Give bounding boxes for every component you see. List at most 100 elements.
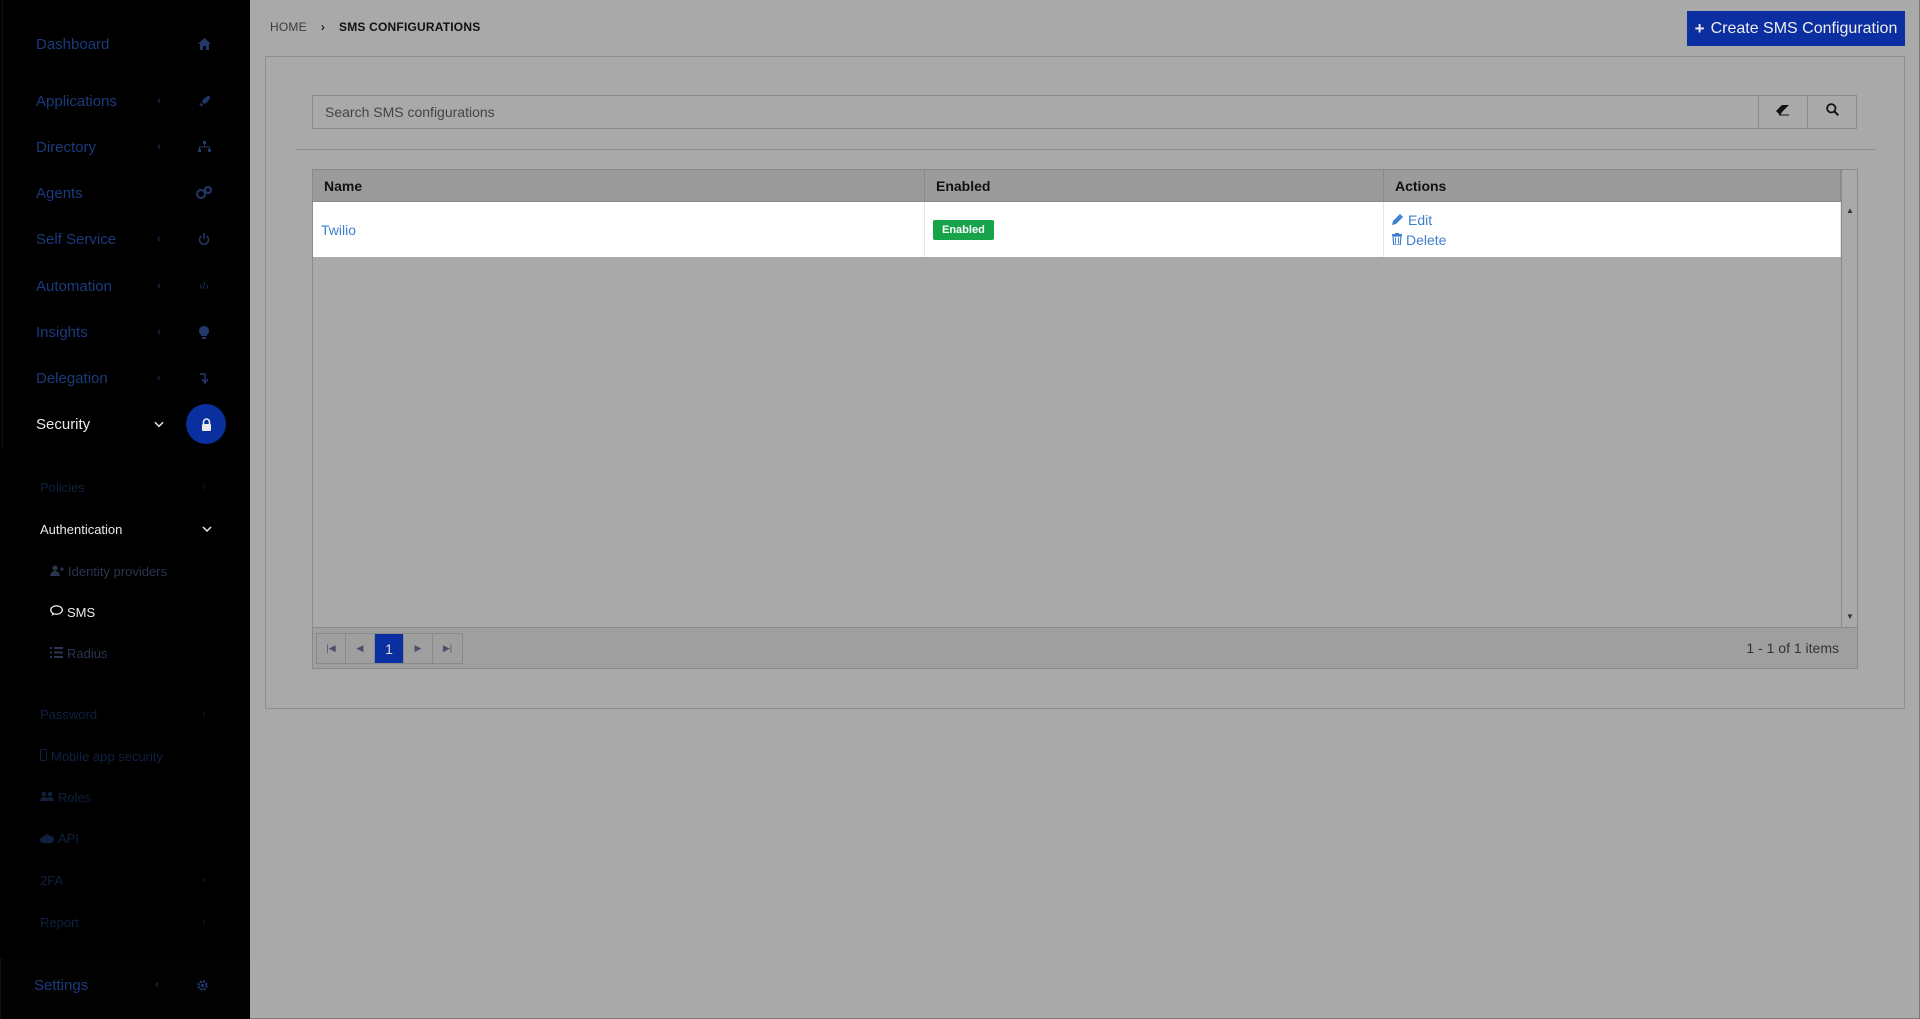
sidebar-subitem-policies[interactable]: Policies ‹	[40, 475, 220, 499]
pencil-icon	[1392, 212, 1404, 228]
lightbulb-icon	[194, 322, 214, 342]
sidebar-item-insights[interactable]: Insights ‹	[36, 318, 226, 346]
previous-page-button[interactable]: ◀	[346, 634, 375, 663]
chevron-left-icon: ‹	[202, 916, 206, 928]
sidebar-subitem-report[interactable]: Report ‹	[40, 910, 220, 934]
sidebar-subitem-password[interactable]: Password ‹	[40, 702, 220, 726]
pager-buttons: |◀ ◀ 1 ▶ ▶|	[316, 633, 463, 664]
level-down-icon	[194, 368, 214, 388]
sidebar-subitem-mobile-app-security[interactable]: Mobile app security	[40, 745, 163, 767]
next-page-button[interactable]: ▶	[404, 634, 433, 663]
sidebar-subitem-authentication[interactable]: Authentication	[40, 517, 220, 541]
sidebar-subitem-label: Identity providers	[68, 563, 167, 579]
sitemap-icon	[194, 137, 214, 157]
config-name-link[interactable]: Twilio	[313, 222, 356, 238]
sidebar-item-applications[interactable]: Applications ‹	[36, 87, 226, 115]
clear-search-button[interactable]	[1758, 96, 1807, 128]
chevron-right-icon: ›	[320, 20, 326, 34]
sidebar-subitem-2fa[interactable]: 2FA ‹	[40, 868, 220, 892]
comment-icon	[50, 604, 63, 620]
cell-name: Twilio	[313, 202, 925, 257]
sidebar-subitem-label: Authentication	[40, 521, 123, 537]
sidebar-subitem-identity-providers[interactable]: Identity providers	[50, 560, 167, 582]
cell-enabled: Enabled	[925, 202, 1384, 257]
sidebar: Dashboard Applications ‹ Directory ‹ Age…	[0, 0, 250, 1019]
status-badge: Enabled	[933, 219, 994, 240]
sidebar-subitem-sms[interactable]: SMS	[50, 601, 95, 623]
scroll-up-arrow-icon[interactable]: ▲	[1846, 206, 1854, 215]
search-input[interactable]	[313, 96, 1758, 128]
first-page-button[interactable]: |◀	[317, 634, 346, 663]
chevron-left-icon: ‹	[157, 141, 161, 153]
chevron-left-icon: ‹	[157, 326, 161, 338]
plus-icon: +	[1694, 18, 1705, 38]
content-panel: Name Enabled Actions Twilio Enabled Edit	[265, 56, 1905, 709]
sidebar-item-directory[interactable]: Directory ‹	[36, 133, 226, 161]
sidebar-item-dashboard[interactable]: Dashboard	[36, 30, 226, 58]
edit-label: Edit	[1408, 211, 1433, 228]
chevron-left-icon: ‹	[157, 233, 161, 245]
main-content: HOME › SMS CONFIGURATIONS + Create SMS C…	[250, 0, 1920, 1019]
cell-actions: Edit Delete	[1384, 202, 1841, 257]
gear-icon	[192, 975, 212, 995]
sidebar-subitem-label: SMS	[67, 604, 96, 620]
delete-label: Delete	[1406, 231, 1447, 248]
sidebar-subitem-api[interactable]: API	[40, 827, 79, 849]
sidebar-item-settings[interactable]: Settings ‹	[34, 971, 224, 999]
sidebar-subitem-label: Policies	[40, 479, 85, 495]
chevron-left-icon: ‹	[155, 979, 159, 991]
sidebar-subitem-label: Report	[40, 914, 80, 930]
vertical-scrollbar[interactable]: ▲ ▼	[1841, 170, 1857, 627]
sidebar-item-agents[interactable]: Agents	[36, 179, 226, 207]
pager: |◀ ◀ 1 ▶ ▶| 1 - 1 of 1 items	[313, 627, 1857, 668]
code-icon: ‹/›	[199, 280, 209, 292]
grid-header: Name Enabled Actions	[313, 170, 1841, 202]
edit-link[interactable]: Edit	[1392, 212, 1432, 228]
sidebar-subitem-radius[interactable]: Radius	[50, 642, 107, 664]
list-icon	[50, 646, 63, 661]
power-icon	[194, 229, 214, 249]
scroll-down-arrow-icon[interactable]: ▼	[1846, 612, 1854, 621]
next-page-icon: ▶	[414, 643, 422, 653]
delete-link[interactable]: Delete	[1392, 232, 1446, 248]
sidebar-subitem-label: Mobile app security	[51, 748, 163, 764]
breadcrumb-home[interactable]: HOME	[270, 20, 307, 34]
sidebar-item-automation[interactable]: Automation ‹ ‹/›	[36, 272, 226, 300]
column-header-enabled[interactable]: Enabled	[925, 170, 1384, 202]
rocket-icon	[194, 91, 214, 111]
sidebar-subitem-label: Radius	[67, 645, 108, 661]
chevron-down-icon	[154, 421, 164, 428]
create-button-label: Create SMS Configuration	[1710, 19, 1898, 37]
search-icon	[1825, 103, 1839, 121]
current-page-button[interactable]: 1	[375, 634, 404, 663]
last-page-button[interactable]: ▶|	[433, 634, 462, 663]
breadcrumb: HOME › SMS CONFIGURATIONS	[270, 20, 480, 34]
pager-info: 1 - 1 of 1 items	[1746, 640, 1839, 656]
sms-configurations-grid: Name Enabled Actions Twilio Enabled Edit	[312, 169, 1858, 669]
chevron-left-icon: ‹	[202, 481, 206, 493]
first-page-icon: |◀	[326, 643, 336, 653]
sidebar-item-security[interactable]: Security	[36, 404, 226, 444]
breadcrumb-current: SMS CONFIGURATIONS	[339, 20, 481, 34]
sidebar-footer: Settings ‹	[0, 958, 250, 1019]
sidebar-subitem-roles[interactable]: Roles	[40, 786, 91, 808]
sidebar-item-delegation[interactable]: Delegation ‹	[36, 364, 226, 392]
column-header-name[interactable]: Name	[313, 170, 925, 202]
users-icon	[40, 790, 54, 805]
search-button[interactable]	[1807, 96, 1856, 128]
trash-icon	[1392, 232, 1402, 248]
chevron-left-icon: ‹	[157, 280, 161, 292]
cloud-icon	[40, 831, 55, 846]
lock-icon	[186, 404, 226, 444]
search-bar	[312, 95, 1857, 129]
create-sms-configuration-button[interactable]: + Create SMS Configuration	[1687, 11, 1905, 46]
column-header-actions[interactable]: Actions	[1384, 170, 1841, 202]
sidebar-item-self-service[interactable]: Self Service ‹	[36, 225, 226, 253]
sidebar-subitem-label: API	[58, 830, 79, 846]
mobile-icon	[40, 748, 47, 764]
cogs-icon	[194, 183, 214, 203]
chevron-left-icon: ‹	[157, 95, 161, 107]
chevron-left-icon: ‹	[202, 708, 206, 720]
table-row: Twilio Enabled Edit Delete	[313, 202, 1841, 257]
sidebar-subitem-label: 2FA	[40, 872, 64, 888]
